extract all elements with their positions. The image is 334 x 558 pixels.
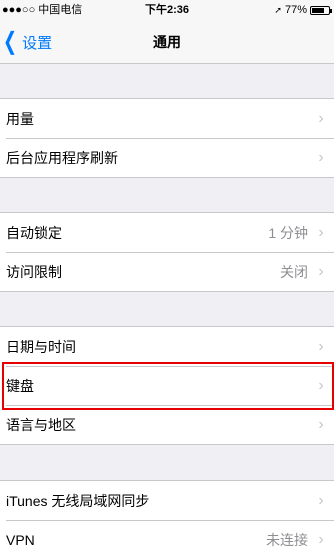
chevron-right-icon: › — [318, 223, 324, 241]
list-item-usage[interactable]: 用量 › — [0, 99, 334, 138]
settings-group-region: 日期与时间 › 键盘 › 语言与地区 › — [0, 326, 334, 445]
list-item-background-refresh[interactable]: 后台应用程序刷新 › — [0, 138, 334, 177]
settings-group-lock: 自动锁定 1 分钟 › 访问限制 关闭 › — [0, 212, 334, 292]
list-item-label: VPN — [6, 531, 35, 548]
status-bar: ●●●○○ 中国电信 下午2:36 ➚ 77% — [0, 0, 334, 20]
settings-group-network: iTunes 无线局域网同步 › VPN 未连接 › — [0, 480, 334, 558]
list-item-restrictions[interactable]: 访问限制 关闭 › — [0, 252, 334, 291]
list-item-date-time[interactable]: 日期与时间 › — [0, 327, 334, 366]
list-item-label: iTunes 无线局域网同步 — [6, 492, 150, 509]
list-item-value: 未连接 — [266, 531, 308, 548]
status-right: ➚ 77% — [274, 0, 332, 20]
chevron-right-icon: › — [318, 337, 324, 355]
list-item-label: 访问限制 — [6, 263, 62, 280]
chevron-right-icon: › — [318, 148, 324, 166]
chevron-right-icon: › — [318, 109, 324, 127]
list-item-keyboard[interactable]: 键盘 › — [0, 366, 334, 405]
list-item-label: 自动锁定 — [6, 224, 62, 241]
list-item-value: 1 分钟 — [268, 224, 308, 241]
list-item-label: 键盘 — [6, 377, 34, 394]
list-item-itunes-wifi-sync[interactable]: iTunes 无线局域网同步 › — [0, 481, 334, 520]
list-item-value: 关闭 — [280, 263, 308, 280]
list-item-label: 后台应用程序刷新 — [6, 149, 118, 166]
chevron-right-icon: › — [318, 262, 324, 280]
page-title: 通用 — [153, 34, 181, 50]
list-item-label: 语言与地区 — [6, 416, 76, 433]
location-arrow-icon: ➚ — [274, 5, 282, 15]
navigation-bar: ❮ 设置 通用 — [0, 20, 334, 64]
list-item-label: 日期与时间 — [6, 338, 76, 355]
chevron-right-icon: › — [318, 530, 324, 548]
list-item-vpn[interactable]: VPN 未连接 › — [0, 520, 334, 558]
list-item-language-region[interactable]: 语言与地区 › — [0, 405, 334, 444]
battery-icon — [310, 5, 332, 15]
chevron-right-icon: › — [318, 415, 324, 433]
list-item-label: 用量 — [6, 110, 34, 127]
list-item-auto-lock[interactable]: 自动锁定 1 分钟 › — [0, 213, 334, 252]
battery-percent: 77% — [284, 4, 307, 16]
chevron-right-icon: › — [318, 491, 324, 509]
settings-group-usage: 用量 › 后台应用程序刷新 › — [0, 98, 334, 178]
chevron-right-icon: › — [318, 376, 324, 394]
